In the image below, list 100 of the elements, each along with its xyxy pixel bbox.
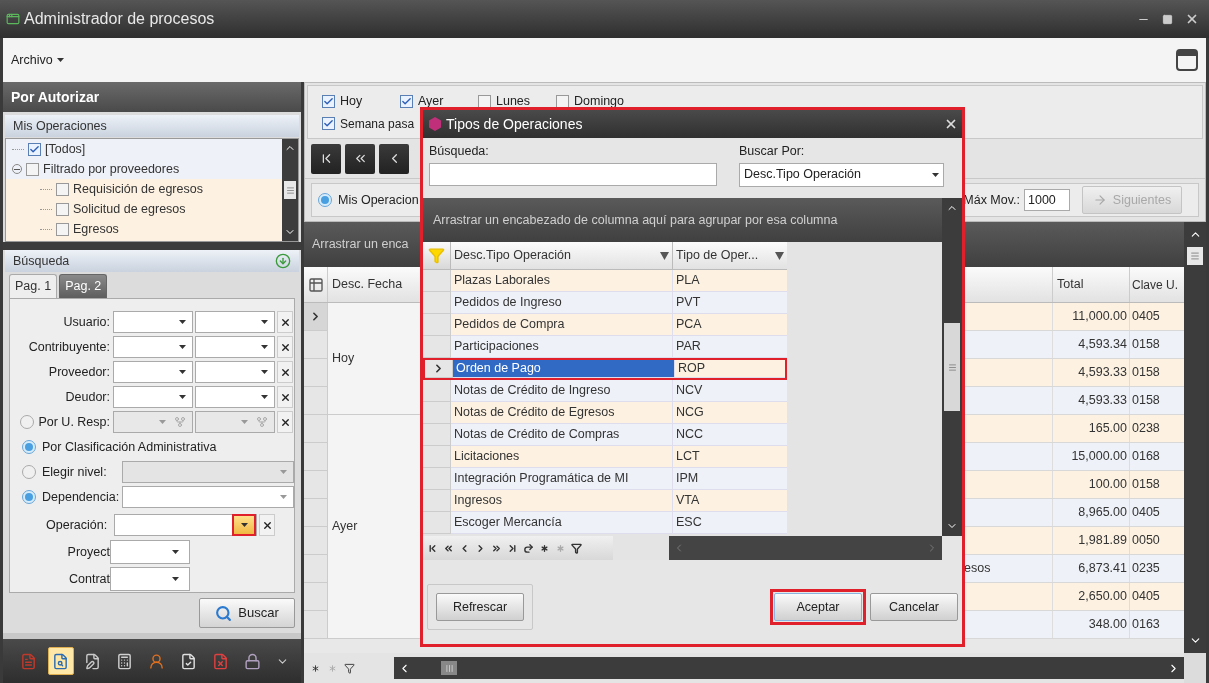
section-header[interactable]: Búsqueda [5,250,299,272]
filter-icon[interactable] [344,662,355,674]
table-cell[interactable]: LCT [673,446,787,468]
radio-button[interactable] [318,193,332,207]
checkbox[interactable] [322,117,335,131]
table-cell[interactable]: NCG [673,402,787,424]
column-header[interactable]: Desc.Tipo Operación [451,242,673,270]
dropdown-field[interactable] [195,336,275,358]
table-cell[interactable]: ROP [675,360,785,378]
table-cell[interactable]: PLA [673,270,787,292]
section-header[interactable]: Mis Operaciones [5,115,299,137]
next-record-icon[interactable] [475,542,486,554]
table-cell[interactable]: Ingresos [451,490,673,512]
column-header[interactable]: Tipo de Oper... [673,242,787,270]
caret-icon [241,420,248,424]
clear-selection-button[interactable] [277,336,293,358]
radio-button[interactable] [22,440,36,454]
tab[interactable]: Pag. 1 [9,274,58,298]
table-cell[interactable]: Plazas Laborales [451,270,673,292]
table-cell[interactable]: Pedidos de Compra [451,314,673,336]
tree-item[interactable]: [Todos] [6,139,282,159]
table-cell[interactable]: PVT [673,292,787,314]
dropdown-field[interactable] [114,514,257,536]
dropdown-field[interactable] [122,486,294,508]
table-cell[interactable]: Orden de Pago [453,360,675,378]
scroll-thumb[interactable] [441,661,457,675]
clear-selection-button[interactable] [277,386,293,408]
filter-dropdown-icon[interactable] [775,251,784,260]
new-row-icon[interactable] [310,662,321,674]
dropdown-field[interactable] [113,336,193,358]
maximize-icon[interactable] [1162,13,1173,25]
filter-dropdown-icon[interactable] [660,251,669,260]
window-restore-icon[interactable] [1176,49,1198,71]
redo-icon[interactable] [523,542,534,554]
dropdown-button[interactable] [232,514,256,536]
clear-selection-button[interactable] [277,411,293,433]
close-icon[interactable] [944,117,958,131]
dropdown-field[interactable] [110,540,190,564]
table-cell[interactable]: VTA [673,490,787,512]
table-cell[interactable]: Escoger Mercancía [451,512,673,534]
table-cell[interactable]: Notas de Crédito de Ingreso [451,380,673,402]
clear-selection-button[interactable] [259,514,275,536]
table-cell[interactable]: Pedidos de Ingreso [451,292,673,314]
search-field[interactable] [429,162,717,186]
dropdown-field[interactable] [195,311,275,333]
number-field[interactable]: 1000 [1024,189,1070,211]
scroll-thumb[interactable] [1187,247,1203,265]
dropdown-field[interactable] [113,311,193,333]
close-icon[interactable] [1185,12,1199,26]
checkbox[interactable] [56,222,69,236]
table-cell[interactable]: Licitaciones [451,446,673,468]
table-cell[interactable]: Integración Programática de MI [451,468,673,490]
table-cell[interactable]: NCC [673,424,787,446]
table-cell[interactable]: ESC [673,512,787,534]
checkbox[interactable] [56,202,69,216]
search-button[interactable]: Buscar [199,598,295,628]
new-record-icon[interactable] [539,542,550,554]
column-header[interactable]: Clave U. [1130,267,1184,302]
dropdown-field[interactable] [195,361,275,383]
column-header[interactable]: Total [1052,267,1130,302]
first-page-button[interactable] [311,143,341,174]
clear-selection-button[interactable] [277,311,293,333]
checkbox[interactable] [478,94,491,108]
table-cell[interactable]: Participaciones [451,336,673,358]
table-cell[interactable]: IPM [673,468,787,490]
checkbox[interactable] [56,182,69,196]
tab[interactable]: Pag. 2 [59,274,108,298]
clear-selection-button[interactable] [277,361,293,383]
table-cell[interactable]: Notas de Crédito de Egresos [451,402,673,424]
column-chooser-icon[interactable] [307,276,324,293]
checkbox[interactable] [322,94,335,108]
table-cell[interactable]: PAR [673,336,787,358]
scroll-thumb[interactable] [944,323,960,411]
dropdown-field[interactable] [113,361,193,383]
dropdown-field[interactable]: Desc.Tipo Operación [739,162,944,187]
scroll-thumb[interactable] [284,181,296,199]
checkbox[interactable] [556,94,569,108]
last-record-icon[interactable] [507,542,518,554]
download-icon[interactable] [275,253,291,269]
table-cell[interactable]: Notas de Crédito de Compras [451,424,673,446]
menu-item[interactable]: Archivo [11,50,64,70]
table-cell[interactable]: NCV [673,380,787,402]
checkbox[interactable] [26,162,39,176]
dropdown-field[interactable] [195,386,275,408]
refresh-button[interactable]: Refrescar [436,593,524,621]
accept-button[interactable]: Aceptar [774,593,862,621]
cancel-button[interactable]: Cancelar [870,593,958,621]
first-record-icon[interactable] [427,542,438,554]
dropdown-field[interactable] [195,411,275,433]
filter-icon[interactable] [571,542,582,554]
dropdown-field[interactable] [113,386,193,408]
rewind-button[interactable] [345,143,375,174]
radio-button[interactable] [22,490,36,504]
checkbox[interactable] [400,94,413,108]
checkbox[interactable] [28,142,41,156]
table-cell[interactable]: PCA [673,314,787,336]
previous-button[interactable] [379,143,409,174]
toolbar-button[interactable] [47,647,74,675]
tree-item[interactable]: Filtrado por proveedores [6,159,282,179]
dropdown-field[interactable] [110,567,190,591]
